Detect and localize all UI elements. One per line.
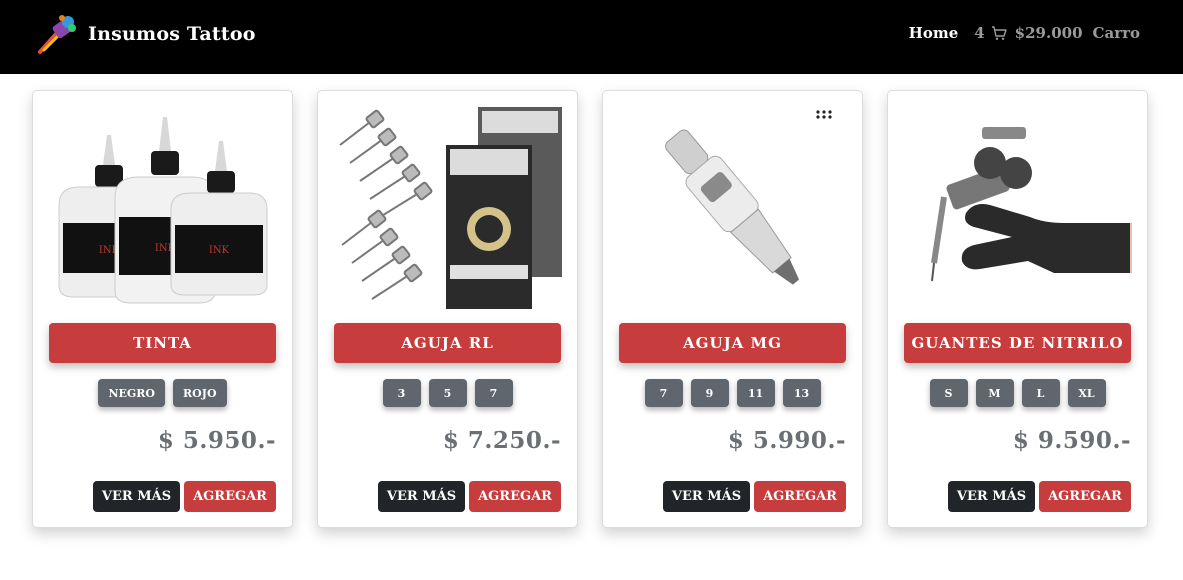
variant-list: NEGRO ROJO [33,379,292,407]
variant-button[interactable]: NEGRO [98,379,166,407]
variant-button[interactable]: S [929,379,968,407]
product-price: $ 9.590.- [1012,427,1131,454]
variant-button[interactable]: 7 [474,379,513,407]
product-title-button[interactable]: AGUJA MG [619,323,846,363]
cart-link[interactable]: 4 $29.000 Carro [974,24,1140,42]
variant-button[interactable]: 3 [382,379,421,407]
variant-button[interactable]: XL [1067,379,1106,407]
tattoo-machine-logo-icon [38,15,76,54]
card-actions: VER MÁS AGREGAR [662,481,846,512]
variant-list: 3 5 7 [318,379,577,407]
view-more-button[interactable]: VER MÁS [662,481,751,512]
variant-button[interactable]: 9 [690,379,729,407]
add-to-cart-button[interactable]: AGREGAR [184,481,276,512]
nav-home-link[interactable]: Home [909,24,959,42]
variant-list: 7 9 11 13 [603,379,862,407]
product-price: $ 5.990.- [727,427,846,454]
variant-button[interactable]: L [1021,379,1060,407]
product-price: $ 7.250.- [442,427,561,454]
cart-count: 4 [974,24,985,42]
product-title-button[interactable]: TINTA [49,323,276,363]
top-navbar: Insumos Tattoo Home 4 $29.000 Carro [0,0,1183,74]
variant-button[interactable]: 5 [428,379,467,407]
card-actions: VER MÁS AGREGAR [377,481,561,512]
product-card-guantes-de-nitrilo: GUANTES DE NITRILO S M L XL $ 9.590.- VE… [887,90,1148,528]
needle-cartridge-image [665,129,800,285]
product-grid: INK INK INK TINTA NEGRO ROJO $ 5.950.- V… [32,90,1148,530]
product-card-aguja-rl: AGUJA RL 3 5 7 $ 7.250.- VER MÁS AGREGAR [317,90,578,528]
product-card-aguja-mg: AGUJA MG 7 9 11 13 $ 5.990.- VER MÁS AGR… [602,90,863,528]
shopping-cart-icon [991,26,1007,40]
product-price: $ 5.950.- [157,427,276,454]
view-more-button[interactable]: VER MÁS [947,481,1036,512]
view-more-button[interactable]: VER MÁS [92,481,181,512]
card-actions: VER MÁS AGREGAR [947,481,1131,512]
variant-button[interactable]: 13 [782,379,821,407]
variant-button[interactable]: M [975,379,1014,407]
card-actions: VER MÁS AGREGAR [92,481,276,512]
brand-name: Insumos Tattoo [88,23,256,45]
variant-list: S M L XL [888,379,1147,407]
cart-total: $29.000 [1014,24,1083,42]
add-to-cart-button[interactable]: AGREGAR [1039,481,1131,512]
needle-cartridges-box-image [339,107,562,309]
brand-link[interactable]: Insumos Tattoo [36,12,256,56]
nav-right: Home 4 $29.000 Carro [909,24,1140,42]
view-more-button[interactable]: VER MÁS [377,481,466,512]
svg-text:INK: INK [209,245,230,256]
nitrile-glove-image [931,127,1132,282]
add-to-cart-button[interactable]: AGREGAR [754,481,846,512]
product-card-tinta: INK INK INK TINTA NEGRO ROJO $ 5.950.- V… [32,90,293,528]
variant-button[interactable]: ROJO [173,379,227,407]
product-title-button[interactable]: AGUJA RL [334,323,561,363]
variant-button[interactable]: 11 [736,379,775,407]
product-title-button[interactable]: GUANTES DE NITRILO [904,323,1131,363]
variant-button[interactable]: 7 [644,379,683,407]
cart-label: Carro [1092,24,1140,42]
ink-bottles-image: INK INK INK [58,117,268,304]
add-to-cart-button[interactable]: AGREGAR [469,481,561,512]
